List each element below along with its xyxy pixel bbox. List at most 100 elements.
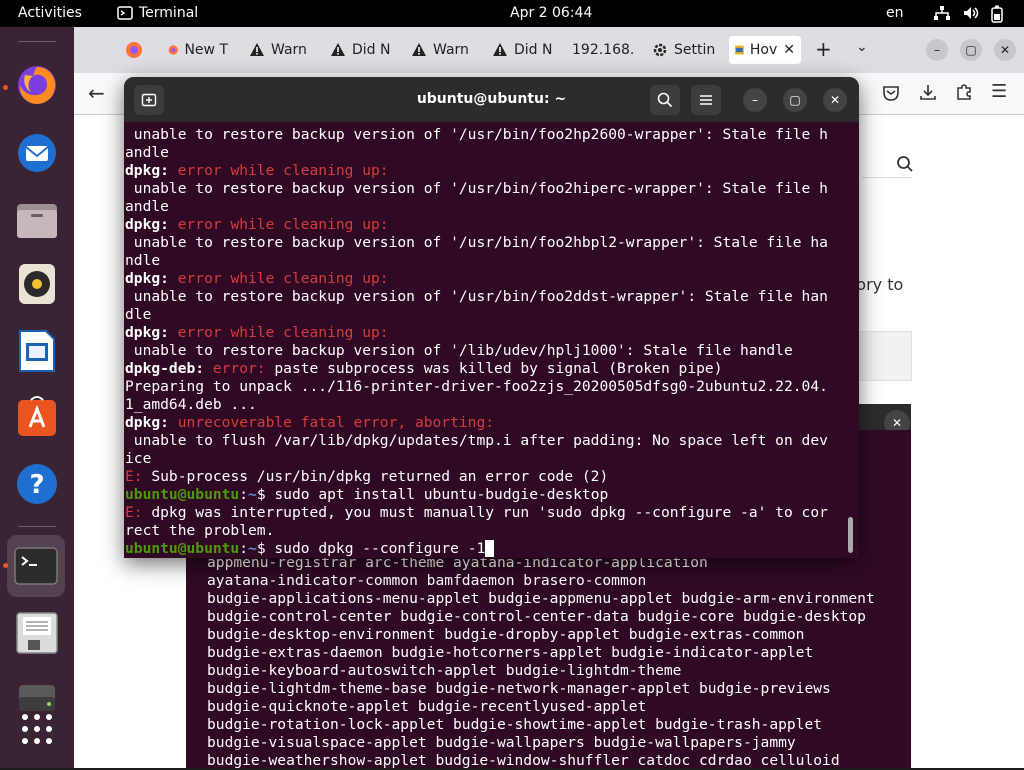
- terminal-text: E:: [125, 504, 143, 521]
- tab-active[interactable]: Hov ✕: [729, 36, 801, 64]
- app-name: Terminal: [139, 5, 199, 21]
- gear-icon: [653, 43, 667, 57]
- terminal-text: andle: [125, 144, 169, 161]
- terminal-text: unable to restore backup version of '/us…: [125, 126, 828, 143]
- terminal-text: 1_amd64.deb ...: [125, 396, 257, 413]
- terminal-text: unable to restore backup version of '/li…: [125, 342, 793, 359]
- terminal-text: :: [239, 486, 249, 503]
- terminal-text: ~: [248, 486, 257, 503]
- terminal-line: budgie-rotation-lock-applet budgie-showt…: [207, 716, 823, 733]
- close-icon[interactable]: ✕: [994, 39, 1016, 61]
- search-icon[interactable]: [650, 85, 680, 115]
- terminal-line: budgie-keyboard-autoswitch-applet budgie…: [207, 662, 682, 679]
- libreoffice-writer-icon[interactable]: [11, 325, 63, 377]
- terminal-text: unable to restore backup version of '/us…: [125, 234, 828, 251]
- terminal-line: andle: [125, 198, 849, 216]
- terminal-text: E:: [125, 468, 143, 485]
- downloads-icon[interactable]: [919, 83, 937, 105]
- pocket-icon[interactable]: [882, 84, 900, 106]
- tab-label: Did N: [514, 42, 553, 58]
- maximize-icon[interactable]: ▢: [960, 39, 982, 61]
- background-terminal-output: appmenu-registrar arc-theme ayatana-indi…: [207, 554, 875, 770]
- app-center-icon[interactable]: [11, 391, 63, 443]
- show-apps-icon[interactable]: [11, 703, 63, 755]
- scrollbar[interactable]: [848, 517, 853, 553]
- tab-list-icon[interactable]: ⌄: [856, 39, 868, 55]
- terminal-small-icon: [117, 6, 133, 20]
- floppy-icon[interactable]: [11, 607, 63, 659]
- terminal-text: dpkg:: [125, 324, 169, 341]
- tab[interactable]: Did N: [492, 36, 554, 64]
- terminal-text: ubuntu@ubuntu: [125, 486, 240, 503]
- clock[interactable]: Apr 2 06:44: [510, 5, 592, 21]
- terminal-line: unable to flush /var/lib/dpkg/updates/tm…: [125, 432, 849, 450]
- volume-icon[interactable]: [962, 5, 980, 25]
- tab[interactable]: 192.168.: [572, 36, 634, 64]
- tab-label: 192.168.: [572, 42, 634, 58]
- terminal-text: unable to restore backup version of '/us…: [125, 288, 828, 305]
- terminal-line: budgie-extras-daemon budgie-hotcorners-a…: [207, 644, 814, 661]
- menu-icon[interactable]: [691, 85, 721, 115]
- search-icon[interactable]: [896, 155, 914, 177]
- top-bar: Activities Terminal Apr 2 06:44 en: [0, 0, 1024, 27]
- tab[interactable]: Settin: [652, 36, 716, 64]
- rhythmbox-icon[interactable]: [11, 258, 63, 310]
- warning-icon: [412, 43, 426, 56]
- tab[interactable]: Warn: [249, 36, 311, 64]
- terminal-text: error while cleaning up:: [168, 270, 389, 287]
- extensions-icon[interactable]: [955, 83, 973, 105]
- terminal-line: unable to restore backup version of '/us…: [125, 180, 849, 198]
- terminal-text: error while cleaning up:: [168, 216, 389, 233]
- new-tab-icon[interactable]: +: [815, 37, 832, 61]
- terminal-line: dle: [125, 306, 849, 324]
- terminal-text: dpkg:: [125, 270, 169, 287]
- help-icon[interactable]: ?: [11, 458, 63, 510]
- terminal-text: ~: [248, 540, 257, 557]
- files-icon[interactable]: [11, 194, 63, 246]
- back-icon[interactable]: ←: [88, 81, 105, 105]
- input-language[interactable]: en: [886, 5, 904, 21]
- close-icon[interactable]: ✕: [823, 88, 847, 112]
- terminal-line: dpkg: error while cleaning up:: [125, 324, 849, 342]
- terminal-line: E: dpkg was interrupted, you must manual…: [125, 504, 849, 522]
- terminal-header: ubuntu@ubuntu: ~ – ▢ ✕: [124, 77, 859, 122]
- firefox-icon[interactable]: [11, 59, 63, 111]
- terminal-line: budgie-weathershow-applet budgie-window-…: [207, 752, 840, 769]
- thunderbird-icon[interactable]: [11, 127, 63, 179]
- terminal-line: budgie-control-center budgie-control-cen…: [207, 608, 866, 625]
- terminal-text: $ sudo apt install ubuntu-budgie-desktop: [256, 486, 609, 503]
- maximize-icon[interactable]: ▢: [783, 88, 807, 112]
- activities-button[interactable]: Activities: [18, 5, 82, 21]
- tab-label: Warn: [433, 42, 469, 58]
- app-menu[interactable]: Terminal: [117, 5, 198, 21]
- cursor: [485, 540, 495, 557]
- terminal-line: 1_amd64.deb ...: [125, 396, 849, 414]
- minimize-icon[interactable]: –: [926, 39, 948, 61]
- terminal-line: budgie-desktop-environment budgie-dropby…: [207, 626, 805, 643]
- firefox-view-icon[interactable]: [124, 40, 144, 64]
- network-icon[interactable]: [933, 5, 951, 25]
- tab-strip: New T Warn Did N Warn Did N 192.168. Set…: [74, 27, 1024, 73]
- terminal-line: andle: [125, 144, 849, 162]
- tab[interactable]: New T: [168, 36, 228, 64]
- tab[interactable]: Warn: [411, 36, 473, 64]
- terminal-line: budgie-visualspace-applet budgie-wallpap…: [207, 734, 796, 751]
- battery-icon[interactable]: [990, 5, 1004, 27]
- terminal-output[interactable]: unable to restore backup version of '/us…: [125, 126, 849, 558]
- terminal-text: $ sudo dpkg --configure -1: [256, 540, 486, 557]
- tab[interactable]: Did N: [330, 36, 392, 64]
- tab-label: Warn: [271, 42, 307, 58]
- divider: [862, 177, 912, 178]
- terminal-icon[interactable]: [7, 535, 65, 597]
- menu-icon[interactable]: ☰: [991, 81, 1007, 102]
- firefox-icon: [168, 45, 178, 55]
- terminal-line: ndle: [125, 252, 849, 270]
- warning-icon: [493, 43, 507, 56]
- terminal-line: Preparing to unpack .../116-printer-driv…: [125, 378, 849, 396]
- minimize-icon[interactable]: –: [743, 88, 767, 112]
- terminal-line: dpkg: error while cleaning up:: [125, 270, 849, 288]
- terminal-text: ubuntu@ubuntu: [125, 540, 240, 557]
- close-tab-icon[interactable]: ✕: [783, 42, 795, 58]
- terminal-text: ndle: [125, 252, 161, 269]
- terminal-line: dpkg: unrecoverable fatal error, abortin…: [125, 414, 849, 432]
